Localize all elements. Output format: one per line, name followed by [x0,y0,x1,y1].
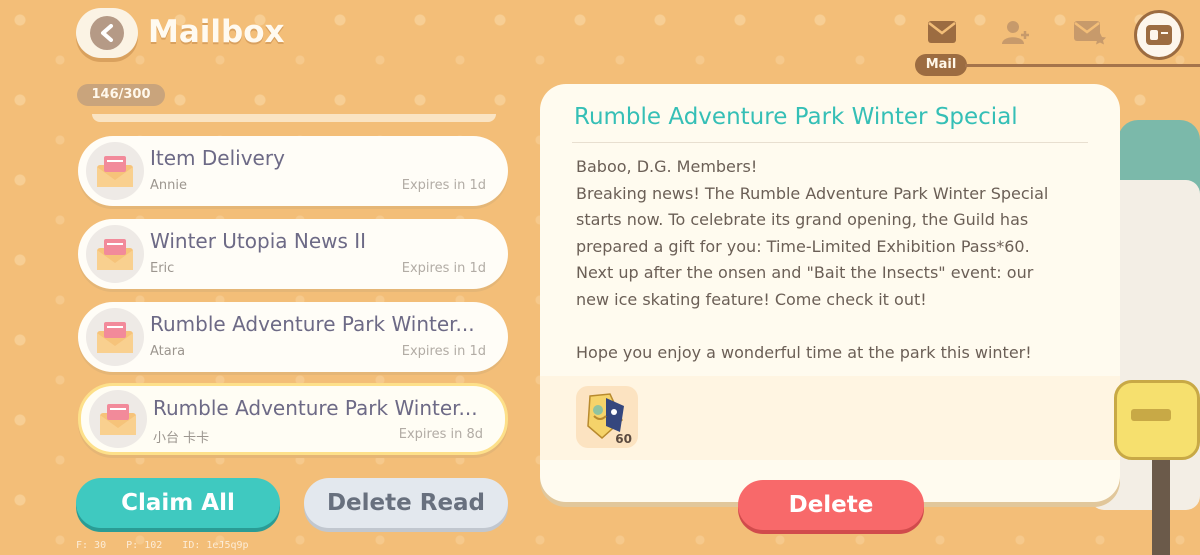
envelope-icon [86,225,144,283]
body-line: Baboo, D.G. Members! [576,157,758,176]
debug-id: ID: 1eJ5q9p [182,540,249,551]
mail-list-item-selected[interactable]: Rumble Adventure Park Winter... 小台 卡卡 Ex… [78,383,508,455]
delete-read-button[interactable]: Delete Read [304,478,508,528]
mail-list-item[interactable]: Rumble Adventure Park Winter... Atara Ex… [78,302,508,372]
tab-mail-label[interactable]: Mail [915,54,967,76]
mail-title: Rumble Adventure Park Winter... [153,396,478,420]
envelope-icon [89,390,147,448]
back-button[interactable] [76,8,138,58]
body-line: new ice skating feature! Come check it o… [576,289,927,309]
mail-title: Rumble Adventure Park Winter... [150,312,475,336]
debug-f: F: 30 [76,540,107,551]
star-mail-icon[interactable] [1070,14,1110,50]
envelope-icon [86,142,144,200]
mail-detail-title: Rumble Adventure Park Winter Special [574,104,1018,130]
divider [572,142,1088,143]
attachment-bar: 60 [540,376,1120,460]
mail-detail-panel: Rumble Adventure Park Winter Special Bab… [540,84,1120,502]
mail-sender: Eric [150,261,175,276]
mailbox-slot [1131,409,1171,421]
mail-icon[interactable] [922,14,962,50]
body-line: Hope you enjoy a wonderful time at the p… [576,342,1032,362]
delete-button[interactable]: Delete [738,480,924,530]
attachment-quantity: 60 [615,432,632,446]
mail-expiry: Expires in 8d [398,427,483,442]
mail-sender: Atara [150,344,186,359]
debug-overlay: F: 30 P: 102 ID: 1eJ5q9p [76,540,263,551]
mail-title: Winter Utopia News II [150,229,367,253]
mail-detail-body: Baboo, D.G. Members! Breaking news! The … [576,154,1086,366]
mailbox-post [1152,460,1170,555]
envelope-icon [86,308,144,366]
mail-sender: Annie [150,178,187,193]
body-line: prepared a gift for you: Time-Limited Ex… [576,236,1030,256]
list-scroll-edge [92,114,496,122]
add-friend-icon[interactable] [996,14,1036,50]
profile-card-icon[interactable] [1134,10,1184,60]
mailbox-decoration-icon [1114,380,1200,460]
mail-title: Item Delivery [150,146,285,170]
mail-expiry: Expires in 1d [401,261,486,276]
debug-p: P: 102 [126,540,163,551]
mail-expiry: Expires in 1d [401,178,486,193]
body-line [576,313,1086,340]
mail-sender: 小台 卡卡 [153,431,210,446]
mail-counter: 146/300 [77,84,165,106]
body-line: Next up after the onsen and "Bait the In… [576,263,1034,282]
mail-list-item[interactable]: Item Delivery Annie Expires in 1d [78,136,508,206]
back-arrow-icon [90,16,124,50]
body-line: starts now. To celebrate its grand openi… [576,210,1029,229]
mail-list-item[interactable]: Winter Utopia News II Eric Expires in 1d [78,219,508,289]
page-title: Mailbox [148,14,285,50]
mail-expiry: Expires in 1d [401,344,486,359]
claim-all-button[interactable]: Claim All [76,478,280,528]
attachment-item[interactable]: 60 [576,386,638,448]
body-line: Breaking news! The Rumble Adventure Park… [576,183,1049,203]
tab-underline [965,64,1200,67]
